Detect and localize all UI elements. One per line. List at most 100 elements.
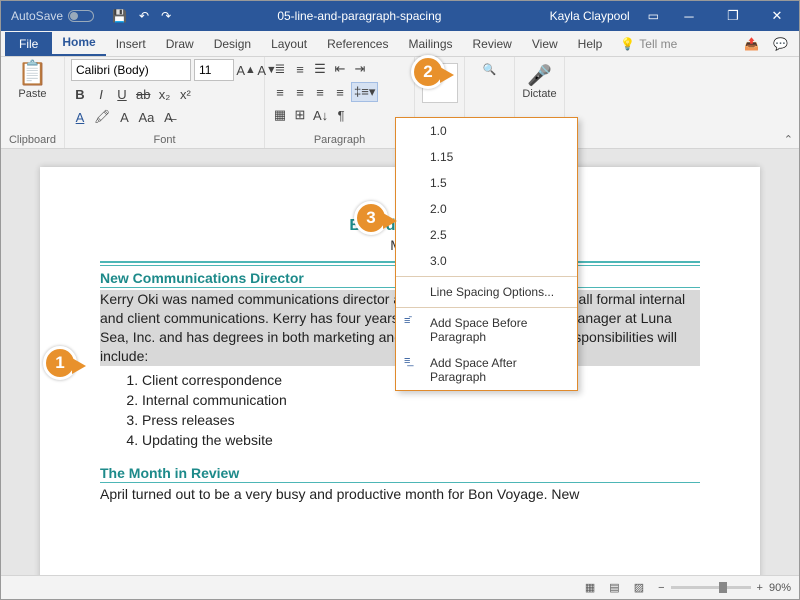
share-button[interactable]: 📤 <box>737 32 766 56</box>
increase-indent-button[interactable]: ⇥ <box>351 59 369 79</box>
spacing-option[interactable]: 1.0 <box>396 118 577 144</box>
autosave-switch-icon[interactable] <box>68 10 94 22</box>
align-left-button[interactable]: ≡ <box>271 82 289 102</box>
zoom-level[interactable]: 90% <box>769 582 791 594</box>
strikethrough-button[interactable]: ab <box>134 84 152 104</box>
highlight-button[interactable]: 🖍 <box>92 107 113 127</box>
group-font: A▲ A▼ B I U ab x₂ x² A 🖍 A Aa A̶ Font <box>65 57 265 148</box>
tab-design[interactable]: Design <box>204 32 261 56</box>
tab-mailings[interactable]: Mailings <box>398 32 462 56</box>
callout-1: 1 <box>43 346 77 380</box>
tab-review[interactable]: Review <box>463 32 522 56</box>
collapse-ribbon-icon[interactable]: ⌃ <box>784 133 793 146</box>
font-color-button[interactable]: A <box>71 107 89 127</box>
font-name-select[interactable] <box>71 59 191 81</box>
spacing-option[interactable]: 2.0 <box>396 196 577 222</box>
spacing-option[interactable]: 2.5 <box>396 222 577 248</box>
ribbon-tabs: File Home Insert Draw Design Layout Refe… <box>1 31 799 57</box>
tab-view[interactable]: View <box>522 32 568 56</box>
clipboard-icon: 📋 <box>18 59 48 88</box>
superscript-button[interactable]: x² <box>176 84 194 104</box>
shading-button[interactable]: ▦ <box>271 105 289 125</box>
find-icon[interactable]: 🔍 <box>471 63 508 76</box>
title-bar: AutoSave 💾 ↶ ↷ 05-line-and-paragraph-spa… <box>1 1 799 31</box>
align-center-button[interactable]: ≡ <box>291 82 309 102</box>
clear-formatting-button[interactable]: A̶ <box>159 107 177 127</box>
grow-font-icon[interactable]: A▲ <box>237 60 255 80</box>
zoom-in-button[interactable]: + <box>757 582 763 594</box>
spacing-option[interactable]: 1.5 <box>396 170 577 196</box>
subscript-button[interactable]: x₂ <box>155 84 173 104</box>
sort-button[interactable]: A↓ <box>311 105 330 125</box>
numbering-button[interactable]: ≡ <box>291 59 309 79</box>
menu-separator <box>396 307 577 308</box>
line-spacing-options[interactable]: Line Spacing Options... <box>396 279 577 305</box>
ribbon-display-icon[interactable]: ▭ <box>640 9 667 23</box>
tab-draw[interactable]: Draw <box>156 32 204 56</box>
tab-references[interactable]: References <box>317 32 398 56</box>
minimize-button[interactable]: ─ <box>667 1 711 31</box>
multilevel-button[interactable]: ☰ <box>311 59 329 79</box>
zoom-control: − + 90% <box>658 582 791 594</box>
change-case-button[interactable]: Aa <box>137 107 157 127</box>
tab-help[interactable]: Help <box>568 32 613 56</box>
save-icon[interactable]: 💾 <box>112 9 127 23</box>
borders-button[interactable]: ⊞ <box>291 105 309 125</box>
group-label: Clipboard <box>9 134 56 148</box>
bullets-button[interactable]: ≣ <box>271 59 289 79</box>
callout-2: 2 <box>411 55 445 89</box>
italic-button[interactable]: I <box>92 84 110 104</box>
window-buttons: ─ ❐ ✕ <box>667 1 799 31</box>
menu-separator <box>396 276 577 277</box>
space-before-icon: ≡̄ <box>404 315 410 327</box>
view-buttons: ▦ ▤ ▨ <box>581 579 648 596</box>
line-spacing-button[interactable]: ‡≡▾ <box>351 82 378 102</box>
doc-heading-2b[interactable]: The Month in Review <box>100 465 700 483</box>
tab-home[interactable]: Home <box>52 30 105 56</box>
quick-access-toolbar: 💾 ↶ ↷ <box>104 9 179 23</box>
add-space-after[interactable]: ≡̲Add Space After Paragraph <box>396 350 577 390</box>
tab-file[interactable]: File <box>5 32 52 56</box>
autosave-label: AutoSave <box>11 9 63 23</box>
redo-icon[interactable]: ↷ <box>161 9 171 23</box>
decrease-indent-button[interactable]: ⇤ <box>331 59 349 79</box>
lightbulb-icon: 💡 <box>620 37 635 51</box>
web-layout-icon[interactable]: ▨ <box>630 579 648 596</box>
paragraph[interactable]: April turned out to be a very busy and p… <box>100 485 700 504</box>
group-label: Paragraph <box>271 134 408 148</box>
group-clipboard: 📋 Paste Clipboard <box>1 57 65 148</box>
print-layout-icon[interactable]: ▤ <box>605 579 623 596</box>
list-item[interactable]: Internal communication <box>142 390 700 410</box>
add-space-before[interactable]: ≡̄Add Space Before Paragraph <box>396 310 577 350</box>
spacing-option[interactable]: 1.15 <box>396 144 577 170</box>
tab-layout[interactable]: Layout <box>261 32 317 56</box>
autosave-toggle[interactable]: AutoSave <box>1 9 104 23</box>
list-item[interactable]: Press releases <box>142 410 700 430</box>
undo-icon[interactable]: ↶ <box>139 9 149 23</box>
user-name[interactable]: Kayla Claypool <box>540 9 640 23</box>
space-after-icon: ≡̲ <box>404 355 410 367</box>
underline-button[interactable]: U <box>113 84 131 104</box>
comments-button[interactable]: 💬 <box>766 32 795 56</box>
document-title: 05-line-and-paragraph-spacing <box>179 9 539 23</box>
zoom-slider[interactable] <box>671 586 751 589</box>
font-size-select[interactable] <box>194 59 234 81</box>
restore-button[interactable]: ❐ <box>711 1 755 31</box>
microphone-icon: 🎤 <box>521 63 558 88</box>
text-effects-button[interactable]: A <box>116 107 134 127</box>
dictate-button[interactable]: 🎤 Dictate <box>521 63 558 100</box>
list-item[interactable]: Updating the website <box>142 430 700 450</box>
read-mode-icon[interactable]: ▦ <box>581 579 599 596</box>
spacing-option[interactable]: 3.0 <box>396 248 577 274</box>
tab-insert[interactable]: Insert <box>106 32 156 56</box>
paste-button[interactable]: 📋 Paste <box>18 59 48 100</box>
align-right-button[interactable]: ≡ <box>311 82 329 102</box>
tell-me[interactable]: 💡Tell me <box>612 32 685 56</box>
group-paragraph: ≣ ≡ ☰ ⇤ ⇥ ≡ ≡ ≡ ≡ ‡≡▾ ▦ ⊞ A↓ ¶ Paragraph <box>265 57 415 148</box>
bold-button[interactable]: B <box>71 84 89 104</box>
zoom-out-button[interactable]: − <box>658 582 664 594</box>
justify-button[interactable]: ≡ <box>331 82 349 102</box>
callout-3: 3 <box>354 201 388 235</box>
show-marks-button[interactable]: ¶ <box>332 105 350 125</box>
close-button[interactable]: ✕ <box>755 1 799 31</box>
